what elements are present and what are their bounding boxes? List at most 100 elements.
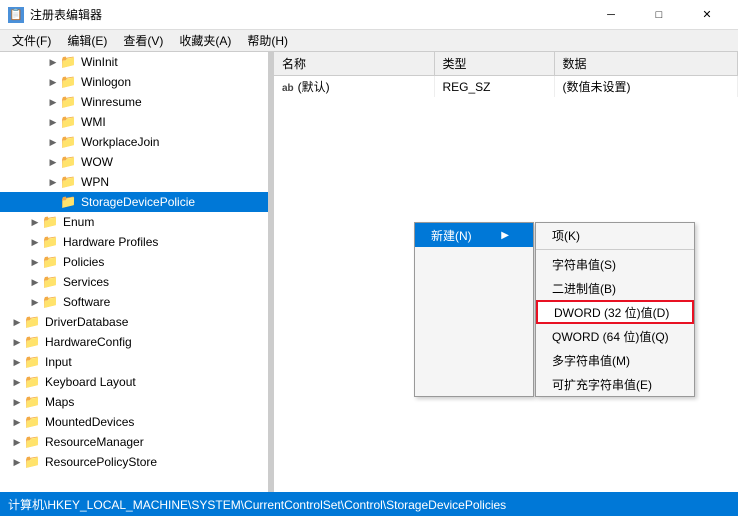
tree-item[interactable]: ▶📁ResourceManager (0, 432, 268, 452)
arrow-icon: ▶ (501, 230, 509, 241)
tree-arrow-icon: ▶ (10, 317, 24, 328)
tree-label: Enum (63, 215, 94, 229)
tree-item[interactable]: ▶📁MountedDevices (0, 412, 268, 432)
menu-item-v[interactable]: 查看(V) (115, 30, 171, 51)
tree-item[interactable]: ▶📁ResourcePolicyStore (0, 452, 268, 472)
folder-icon: 📁 (42, 254, 60, 270)
tree-arrow-icon: ▶ (28, 217, 42, 228)
tree-arrow-icon: ▶ (46, 97, 60, 108)
tree-item[interactable]: ▶📁Services (0, 272, 268, 292)
tree-item[interactable]: ▶📁Winresume (0, 92, 268, 112)
tree-item[interactable]: ▶📁DriverDatabase (0, 312, 268, 332)
folder-icon: 📁 (24, 374, 42, 390)
submenu-item-multistring[interactable]: 多字符串值(M) (536, 348, 694, 372)
right-panel: 名称 类型 数据 ab(默认)REG_SZ(数值未设置) 新建(N) ▶ 项(K… (274, 52, 738, 492)
tree-arrow-icon: ▶ (46, 137, 60, 148)
context-menu-new: 新建(N) ▶ (414, 222, 534, 397)
app-icon: 📋 (8, 7, 24, 23)
folder-icon: 📁 (42, 234, 60, 250)
tree-item[interactable]: ▶📁HardwareConfig (0, 332, 268, 352)
reg-data: (数值未设置) (554, 76, 738, 98)
tree-label: Services (63, 275, 109, 289)
folder-icon: 📁 (24, 454, 42, 470)
submenu-item-expandstring[interactable]: 可扩充字符串值(E) (536, 372, 694, 396)
tree-arrow-icon: ▶ (10, 337, 24, 348)
tree-arrow-icon: ▶ (46, 177, 60, 188)
tree-label: WOW (81, 155, 113, 169)
folder-icon: 📁 (24, 334, 42, 350)
tree-item[interactable]: ▶📁Software (0, 292, 268, 312)
tree-arrow-icon: ▶ (10, 377, 24, 388)
tree-arrow-icon: ▶ (10, 397, 24, 408)
col-name: 名称 (274, 52, 434, 76)
folder-icon: 📁 (60, 194, 78, 210)
registry-table: 名称 类型 数据 ab(默认)REG_SZ(数值未设置) (274, 52, 738, 97)
tree-panel: ▶📁WinInit▶📁Winlogon▶📁Winresume▶📁WMI▶📁Wor… (0, 52, 270, 492)
tree-label: ResourcePolicyStore (45, 455, 157, 469)
tree-label: DriverDatabase (45, 315, 128, 329)
tree-label: Hardware Profiles (63, 235, 158, 249)
tree-item[interactable]: ▶📁Policies (0, 252, 268, 272)
tree-item[interactable]: ▶📁Input (0, 352, 268, 372)
tree-item[interactable]: ▶📁WinInit (0, 52, 268, 72)
tree-arrow-icon: ▶ (10, 457, 24, 468)
folder-icon: 📁 (24, 314, 42, 330)
tree-item[interactable]: ▶📁WMI (0, 112, 268, 132)
tree-arrow-icon: ▶ (10, 437, 24, 448)
tree-label: Keyboard Layout (45, 375, 136, 389)
tree-label: Software (63, 295, 110, 309)
tree-item[interactable]: ▶📁WPN (0, 172, 268, 192)
col-type: 类型 (434, 52, 554, 76)
tree-arrow-icon: ▶ (10, 357, 24, 368)
submenu-item-binary[interactable]: 二进制值(B) (536, 276, 694, 300)
minimize-button[interactable]: ─ (588, 0, 634, 30)
tree-arrow-icon: ▶ (46, 57, 60, 68)
tree-item[interactable]: 📁StorageDevicePolicie (0, 192, 268, 212)
tree-label: Maps (45, 395, 74, 409)
tree-item[interactable]: ▶📁Hardware Profiles (0, 232, 268, 252)
tree-item[interactable]: ▶📁WorkplaceJoin (0, 132, 268, 152)
menu-item-f[interactable]: 文件(F) (4, 30, 59, 51)
reg-type: REG_SZ (434, 76, 554, 98)
col-data: 数据 (554, 52, 738, 76)
submenu-item-key[interactable]: 项(K) (536, 223, 694, 247)
tree-arrow-icon: ▶ (28, 277, 42, 288)
folder-icon: 📁 (24, 414, 42, 430)
tree-scroll[interactable]: ▶📁WinInit▶📁Winlogon▶📁Winresume▶📁WMI▶📁Wor… (0, 52, 268, 492)
menu-item-a[interactable]: 收藏夹(A) (171, 30, 239, 51)
status-bar: 计算机\HKEY_LOCAL_MACHINE\SYSTEM\CurrentCon… (0, 492, 738, 516)
folder-icon: 📁 (60, 154, 78, 170)
tree-item[interactable]: ▶📁Maps (0, 392, 268, 412)
tree-label: Policies (63, 255, 104, 269)
tree-label: HardwareConfig (45, 335, 132, 349)
window-controls: ─ □ ✕ (588, 0, 730, 30)
tree-arrow-icon: ▶ (10, 417, 24, 428)
tree-item[interactable]: ▶📁Winlogon (0, 72, 268, 92)
menu-item-h[interactable]: 帮助(H) (239, 30, 296, 51)
tree-label: WorkplaceJoin (81, 135, 159, 149)
submenu-item-dword[interactable]: DWORD (32 位)值(D) (536, 300, 694, 324)
submenu-item-string[interactable]: 字符串值(S) (536, 252, 694, 276)
tree-item[interactable]: ▶📁WOW (0, 152, 268, 172)
folder-icon: 📁 (42, 274, 60, 290)
tree-label: Winlogon (81, 75, 131, 89)
maximize-button[interactable]: □ (636, 0, 682, 30)
submenu-item-qword[interactable]: QWORD (64 位)值(Q) (536, 324, 694, 348)
tree-label: WinInit (81, 55, 118, 69)
folder-icon: 📁 (42, 294, 60, 310)
tree-arrow-icon: ▶ (46, 157, 60, 168)
tree-label: StorageDevicePolicie (81, 195, 195, 209)
menu-item-e[interactable]: 编辑(E) (59, 30, 115, 51)
context-menu-new-item[interactable]: 新建(N) ▶ (415, 223, 533, 247)
new-label: 新建(N) (431, 227, 472, 244)
submenu: 项(K) 字符串值(S) 二进制值(B) DWORD (32 位)值(D) QW… (535, 222, 695, 397)
tree-arrow-icon: ▶ (28, 237, 42, 248)
tree-label: Input (45, 355, 72, 369)
table-row[interactable]: ab(默认)REG_SZ(数值未设置) (274, 76, 738, 98)
tree-item[interactable]: ▶📁Enum (0, 212, 268, 232)
status-text: 计算机\HKEY_LOCAL_MACHINE\SYSTEM\CurrentCon… (8, 496, 506, 513)
folder-icon: 📁 (24, 354, 42, 370)
close-button[interactable]: ✕ (684, 0, 730, 30)
folder-icon: 📁 (60, 94, 78, 110)
tree-item[interactable]: ▶📁Keyboard Layout (0, 372, 268, 392)
